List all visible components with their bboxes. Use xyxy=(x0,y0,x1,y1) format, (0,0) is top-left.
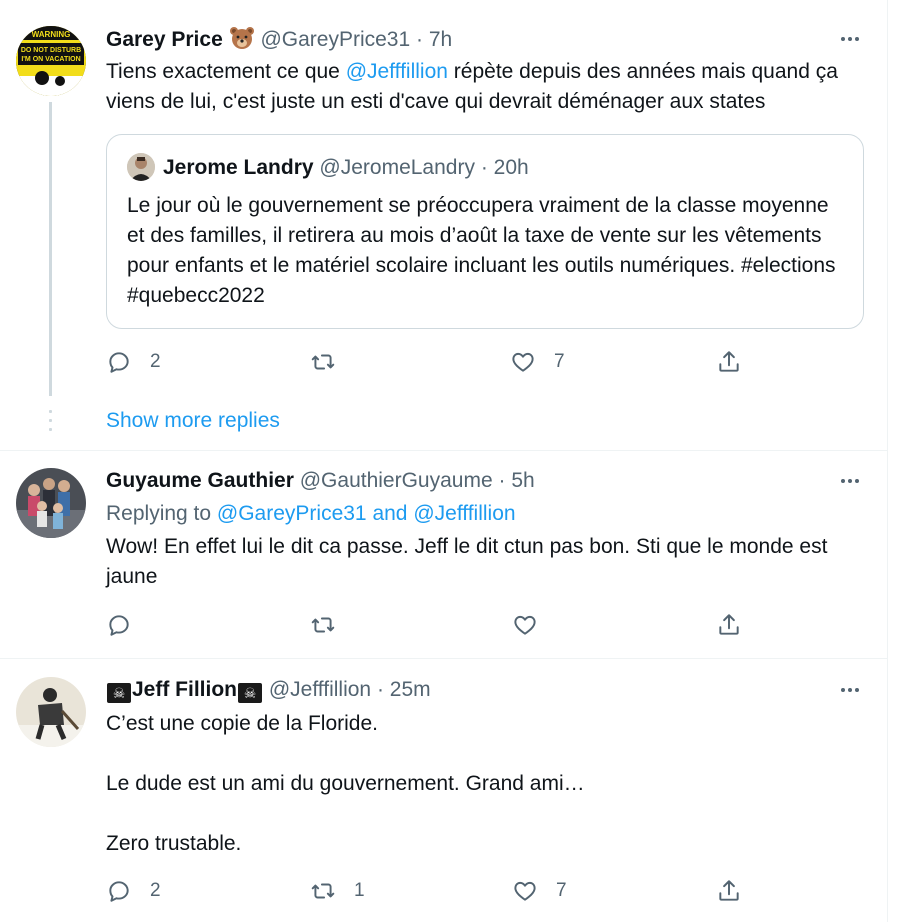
svg-text:I'M ON VACATION: I'M ON VACATION xyxy=(21,56,80,63)
tweet-actions: 2 7 xyxy=(106,347,746,377)
retweet-button[interactable] xyxy=(310,610,336,640)
reply-icon xyxy=(109,352,129,373)
quoted-author-handle: @JeromeLandry xyxy=(319,156,475,179)
retweet-count: 1 xyxy=(354,880,365,901)
tweet-time[interactable]: · 5h xyxy=(499,469,535,492)
quoted-author-name: Jerome Landry xyxy=(163,156,314,179)
warning-sign-avatar: WARNING DO NOT DISTURB I'M ON VACATION xyxy=(16,26,86,96)
author-handle[interactable]: @GareyPrice31 xyxy=(260,28,410,51)
quoted-header: Jerome Landry @JeromeLandry · 20h xyxy=(163,155,529,181)
reply-count: 2 xyxy=(150,351,161,372)
svg-text:WARNING: WARNING xyxy=(32,30,71,39)
retweet-button[interactable] xyxy=(310,347,336,377)
tweet-text: Wow! En effet lui le dit ca passe. Jeff … xyxy=(106,535,834,588)
like-button[interactable] xyxy=(512,610,538,640)
author-name[interactable]: Guyaume Gauthier xyxy=(106,469,294,492)
heart-icon xyxy=(514,881,536,901)
quoted-time: · 20h xyxy=(480,156,529,179)
bear-face-icon xyxy=(229,26,255,50)
tweet-actions: 2 1 7 xyxy=(106,876,746,906)
author-name[interactable]: Jeff Fillion xyxy=(132,678,237,701)
svg-text:DO NOT DISTURB: DO NOT DISTURB xyxy=(21,47,81,54)
retweet-icon xyxy=(311,883,335,899)
avatar[interactable] xyxy=(16,468,86,538)
share-button[interactable] xyxy=(716,347,742,377)
quoted-avatar[interactable] xyxy=(127,153,155,181)
reply-button[interactable]: 2 xyxy=(106,347,161,377)
more-options-icon[interactable] xyxy=(836,677,864,703)
avatar[interactable]: WARNING DO NOT DISTURB I'M ON VACATION xyxy=(16,26,86,96)
reply-button[interactable]: 2 xyxy=(106,876,161,906)
like-button[interactable]: 7 xyxy=(510,347,565,377)
divider xyxy=(0,658,887,659)
share-icon xyxy=(719,351,739,372)
divider xyxy=(0,450,887,451)
tweet-text: C’est une copie de la Floride. Le dude e… xyxy=(106,712,585,855)
author-handle[interactable]: @Jefffillion xyxy=(269,678,371,701)
tweet-guyaume-gauthier[interactable]: Guyaume Gauthier @GauthierGuyaume · 5h R… xyxy=(0,468,887,648)
replying-to-users[interactable]: @GareyPrice31 and @Jefffillion xyxy=(217,502,516,525)
like-count: 7 xyxy=(556,880,567,901)
tweet-time[interactable]: · 7h xyxy=(416,28,452,51)
tweet-actions xyxy=(106,610,746,640)
skull-crossbones-icon: ☠ xyxy=(107,683,131,703)
reply-icon xyxy=(109,881,129,902)
reply-icon xyxy=(109,615,129,636)
heart-icon xyxy=(512,352,534,372)
author-handle[interactable]: @GauthierGuyaume xyxy=(300,469,493,492)
share-icon xyxy=(719,880,739,901)
thread-gap-dots xyxy=(49,410,52,437)
skull-crossbones-icon: ☠ xyxy=(238,683,262,703)
reply-count: 2 xyxy=(150,880,161,901)
column-border xyxy=(887,0,888,922)
reply-button[interactable] xyxy=(106,610,132,640)
tweet-jeff-fillion[interactable]: ☠ Jeff Fillion ☠ @Jefffillion · 25m C’est … xyxy=(0,677,887,907)
replying-to: Replying to @GareyPrice31 and @Jefffilli… xyxy=(106,502,516,525)
author-name[interactable]: Garey Price xyxy=(106,28,223,51)
share-button[interactable] xyxy=(716,610,742,640)
retweet-icon xyxy=(311,354,335,370)
mention-link[interactable]: @Jefffillion xyxy=(346,60,448,83)
tweet-time[interactable]: · 25m xyxy=(377,678,431,701)
hockey-player-avatar xyxy=(16,677,86,747)
like-button[interactable]: 7 xyxy=(512,876,567,906)
heart-icon xyxy=(514,615,536,635)
retweet-button[interactable]: 1 xyxy=(310,876,365,906)
tweet-garey-price[interactable]: WARNING DO NOT DISTURB I'M ON VACATION G… xyxy=(0,26,887,431)
tweet-header: Guyaume Gauthier @GauthierGuyaume · 5h xyxy=(106,468,535,494)
family-photo-avatar xyxy=(16,468,86,538)
thread-line xyxy=(49,102,52,396)
more-options-icon[interactable] xyxy=(836,26,864,52)
retweet-icon xyxy=(311,617,335,633)
tweet-header: Garey Price @GareyPrice31 · 7h xyxy=(106,26,452,53)
more-options-icon[interactable] xyxy=(836,468,864,494)
avatar[interactable] xyxy=(16,677,86,747)
quoted-tweet[interactable]: Jerome Landry @JeromeLandry · 20h Le jou… xyxy=(106,134,864,329)
tweet-header: ☠ Jeff Fillion ☠ @Jefffillion · 25m xyxy=(106,677,431,703)
share-button[interactable] xyxy=(716,876,742,906)
quoted-text: Le jour où le gouvernement se préoccuper… xyxy=(127,194,836,307)
tweet-text: Tiens exactement ce que @Jefffillion rép… xyxy=(106,60,844,113)
share-icon xyxy=(719,614,739,635)
show-more-replies-link[interactable]: Show more replies xyxy=(106,406,280,436)
like-count: 7 xyxy=(554,351,565,372)
